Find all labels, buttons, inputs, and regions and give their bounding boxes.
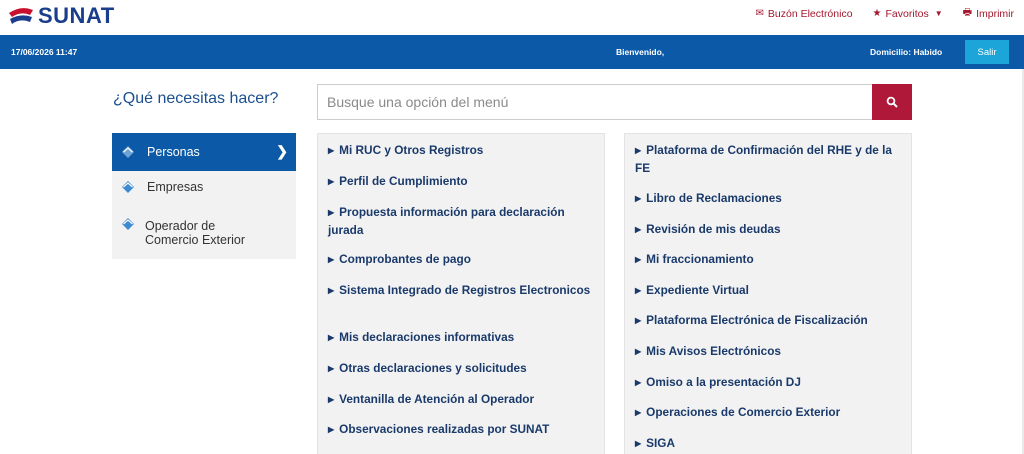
option-siga[interactable]: ▶ SIGA	[635, 435, 905, 453]
triangle-right-icon: ▶	[328, 208, 335, 217]
option-omiso-dj[interactable]: ▶ Omiso a la presentación DJ	[635, 374, 905, 392]
triangle-right-icon: ▶	[328, 425, 335, 434]
triangle-right-icon: ▶	[635, 316, 642, 325]
options-panel-right: ▶ Plataforma de Confirmación del RHE y de…	[624, 133, 912, 454]
option-mi-ruc[interactable]: ▶ Mi RUC y Otros Registros	[328, 142, 598, 160]
triangle-right-icon: ▶	[635, 347, 642, 356]
option-label: Sistema Integrado de Registros Electroni…	[339, 283, 591, 297]
option-label: Perfil de Cumplimiento	[339, 174, 468, 188]
option-fiscalizacion[interactable]: ▶ Plataforma Electrónica de Fiscalización	[635, 312, 905, 330]
option-label: Mi RUC y Otros Registros	[339, 143, 484, 157]
option-libro-reclamaciones[interactable]: ▶ Libro de Reclamaciones	[635, 190, 905, 208]
envelope-icon: ✉	[755, 8, 764, 19]
option-perfil-cumplimiento[interactable]: ▶ Perfil de Cumplimiento	[328, 173, 598, 191]
star-icon: ★	[872, 8, 882, 19]
logo-text: SUNAT	[38, 3, 115, 28]
option-label: Otras declaraciones y solicitudes	[339, 361, 527, 375]
option-label: Mis declaraciones informativas	[339, 330, 515, 344]
option-label: Libro de Reclamaciones	[646, 191, 782, 205]
option-otras-declaraciones[interactable]: ▶ Otras declaraciones y solicitudes	[328, 360, 598, 378]
search-box	[317, 84, 912, 120]
menu-item-operador[interactable]: Operador de Comercio Exterior	[112, 217, 296, 247]
top-header: SUNAT ✉ Buzón Electrónico ★ Favoritos ▼ …	[0, 0, 1024, 35]
printer-icon: 🖶	[962, 7, 973, 18]
option-plataforma-rhe[interactable]: ▶ Plataforma de Confirmación del RHE y de…	[635, 142, 905, 176]
top-links: ✉ Buzón Electrónico ★ Favoritos ▼ 🖶 Impr…	[756, 5, 1014, 22]
page-question: ¿Qué necesitas hacer?	[113, 90, 279, 107]
option-comprobantes[interactable]: ▶ Comprobantes de pago	[328, 251, 598, 269]
option-label: Comprobantes de pago	[339, 252, 471, 266]
buzon-electronico-link[interactable]: ✉ Buzón Electrónico	[756, 5, 853, 22]
menu-item-operador-label: Operador de Comercio Exterior	[145, 219, 246, 247]
option-label: SIGA	[646, 436, 675, 450]
triangle-right-icon: ▶	[635, 439, 642, 448]
option-label: Expediente Virtual	[646, 283, 749, 297]
domicilio-status: Domicilio: Habido	[870, 47, 943, 57]
triangle-right-icon: ▶	[635, 146, 642, 155]
option-label: Plataforma de Confirmación del RHE y de …	[635, 143, 892, 175]
option-expediente-virtual[interactable]: ▶ Expediente Virtual	[635, 282, 905, 300]
triangle-right-icon: ▶	[328, 333, 335, 342]
option-observaciones[interactable]: ▶ Observaciones realizadas por SUNAT	[328, 421, 598, 439]
triangle-right-icon: ▶	[635, 286, 642, 295]
option-label: Ventanilla de Atención al Operador	[339, 392, 535, 406]
option-ventanilla[interactable]: ▶ Ventanilla de Atención al Operador	[328, 391, 598, 409]
sunat-logo[interactable]: SUNAT	[6, 2, 115, 30]
option-label: Observaciones realizadas por SUNAT	[339, 422, 550, 436]
triangle-right-icon: ▶	[328, 364, 335, 373]
triangle-right-icon: ▶	[635, 255, 642, 264]
option-fraccionamiento[interactable]: ▶ Mi fraccionamiento	[635, 251, 905, 269]
triangle-right-icon: ▶	[635, 378, 642, 387]
option-comercio-exterior[interactable]: ▶ Operaciones de Comercio Exterior	[635, 404, 905, 422]
option-label: Omiso a la presentación DJ	[646, 375, 801, 389]
caret-down-icon: ▼	[934, 9, 943, 18]
sunat-diamond-icon	[122, 181, 134, 193]
menu-item-personas-label: Personas	[147, 145, 200, 159]
triangle-right-icon: ▶	[635, 194, 642, 203]
favoritos-label: Favoritos	[885, 7, 929, 20]
option-sire[interactable]: ▶ Sistema Integrado de Registros Electron…	[328, 282, 598, 300]
menu-item-empresas[interactable]: Empresas	[112, 180, 296, 194]
option-propuesta-dj[interactable]: ▶ Propuesta información para declaración …	[328, 204, 598, 238]
triangle-right-icon: ▶	[328, 255, 335, 264]
menu-item-empresas-label: Empresas	[147, 180, 204, 194]
sunat-diamond-icon	[122, 218, 134, 230]
imprimir-link[interactable]: 🖶 Imprimir	[963, 5, 1014, 22]
option-revision-deudas[interactable]: ▶ Revisión de mis deudas	[635, 221, 905, 239]
sunat-logo-icon	[9, 8, 33, 24]
option-avisos-electronicos[interactable]: ▶ Mis Avisos Electrónicos	[635, 343, 905, 361]
sunat-diamond-icon	[122, 146, 134, 158]
triangle-right-icon: ▶	[328, 286, 335, 295]
search-icon	[886, 96, 898, 108]
welcome-text: Bienvenido,	[616, 47, 665, 57]
search-input[interactable]	[317, 84, 872, 120]
option-label: Propuesta información para declaración j…	[328, 205, 565, 237]
option-label: Plataforma Electrónica de Fiscalización	[646, 313, 868, 327]
triangle-right-icon: ▶	[328, 395, 335, 404]
favoritos-link[interactable]: ★ Favoritos ▼	[873, 5, 943, 22]
option-declaraciones-informativas[interactable]: ▶ Mis declaraciones informativas	[328, 329, 598, 347]
imprimir-label: Imprimir	[976, 7, 1014, 20]
triangle-right-icon: ▶	[635, 225, 642, 234]
triangle-right-icon: ▶	[328, 146, 335, 155]
options-panel-left: ▶ Mi RUC y Otros Registros ▶ Perfil de Cum…	[317, 133, 605, 454]
session-bar: 17/06/2026 11:47 Bienvenido, Domicilio: …	[0, 35, 1024, 69]
triangle-right-icon: ▶	[635, 408, 642, 417]
search-button[interactable]	[872, 84, 912, 120]
option-label: Revisión de mis deudas	[646, 222, 781, 236]
chevron-right-icon: ❯	[276, 143, 288, 159]
option-label: Mi fraccionamiento	[646, 252, 754, 266]
buzon-electronico-label: Buzón Electrónico	[767, 7, 853, 20]
logout-button[interactable]: Salir	[965, 40, 1009, 64]
triangle-right-icon: ▶	[328, 177, 335, 186]
session-datetime: 17/06/2026 11:47	[11, 47, 78, 57]
user-type-menu: Personas ❯ Empresas Operador de Comercio…	[112, 133, 296, 259]
menu-item-personas[interactable]: Personas ❯	[112, 133, 296, 171]
option-label: Mis Avisos Electrónicos	[646, 344, 781, 358]
option-label: Operaciones de Comercio Exterior	[646, 405, 841, 419]
